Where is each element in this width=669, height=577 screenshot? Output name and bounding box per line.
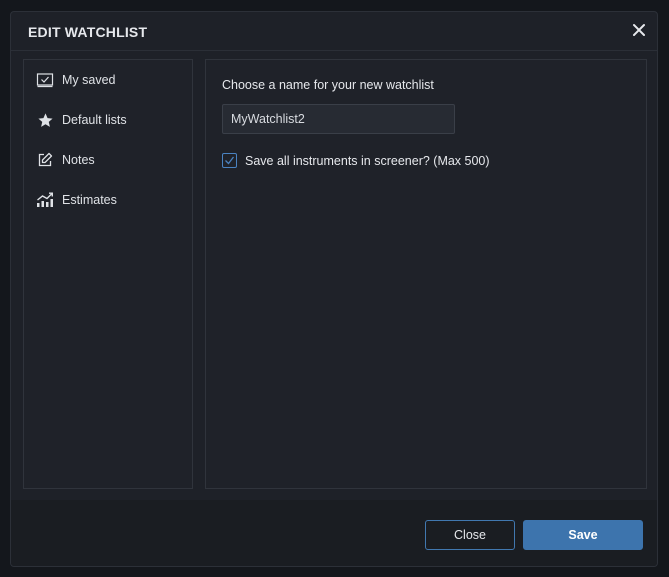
star-icon (36, 111, 54, 129)
close-icon[interactable] (632, 23, 646, 37)
dialog-title: EDIT WATCHLIST (28, 24, 148, 40)
checkbox-icon (36, 71, 54, 89)
sidebar-item-label: My saved (62, 73, 116, 87)
close-button[interactable]: Close (425, 520, 515, 550)
watchlist-name-label: Choose a name for your new watchlist (222, 78, 434, 92)
sidebar-item-label: Default lists (62, 113, 127, 127)
sidebar-item-my-saved[interactable]: My saved (36, 70, 116, 90)
save-button[interactable]: Save (523, 520, 643, 550)
dialog-header: EDIT WATCHLIST (11, 12, 657, 51)
sidebar-item-label: Notes (62, 153, 95, 167)
sidebar-item-default-lists[interactable]: Default lists (36, 110, 127, 130)
dialog-footer: Close Save (11, 500, 657, 566)
sidebar-item-label: Estimates (62, 193, 117, 207)
edit-watchlist-dialog: EDIT WATCHLIST My saved Default lists No… (10, 11, 658, 567)
content-panel: Choose a name for your new watchlist Sav… (205, 59, 647, 489)
edit-icon (36, 151, 54, 169)
save-all-option[interactable]: Save all instruments in screener? (Max 5… (222, 153, 490, 168)
sidebar-item-notes[interactable]: Notes (36, 150, 95, 170)
chart-trend-icon (36, 191, 54, 209)
sidebar: My saved Default lists Notes Estimates (23, 59, 193, 489)
watchlist-name-input[interactable] (222, 104, 455, 134)
save-all-checkbox[interactable] (222, 153, 237, 168)
save-all-label: Save all instruments in screener? (Max 5… (245, 153, 490, 168)
sidebar-item-estimates[interactable]: Estimates (36, 190, 117, 210)
